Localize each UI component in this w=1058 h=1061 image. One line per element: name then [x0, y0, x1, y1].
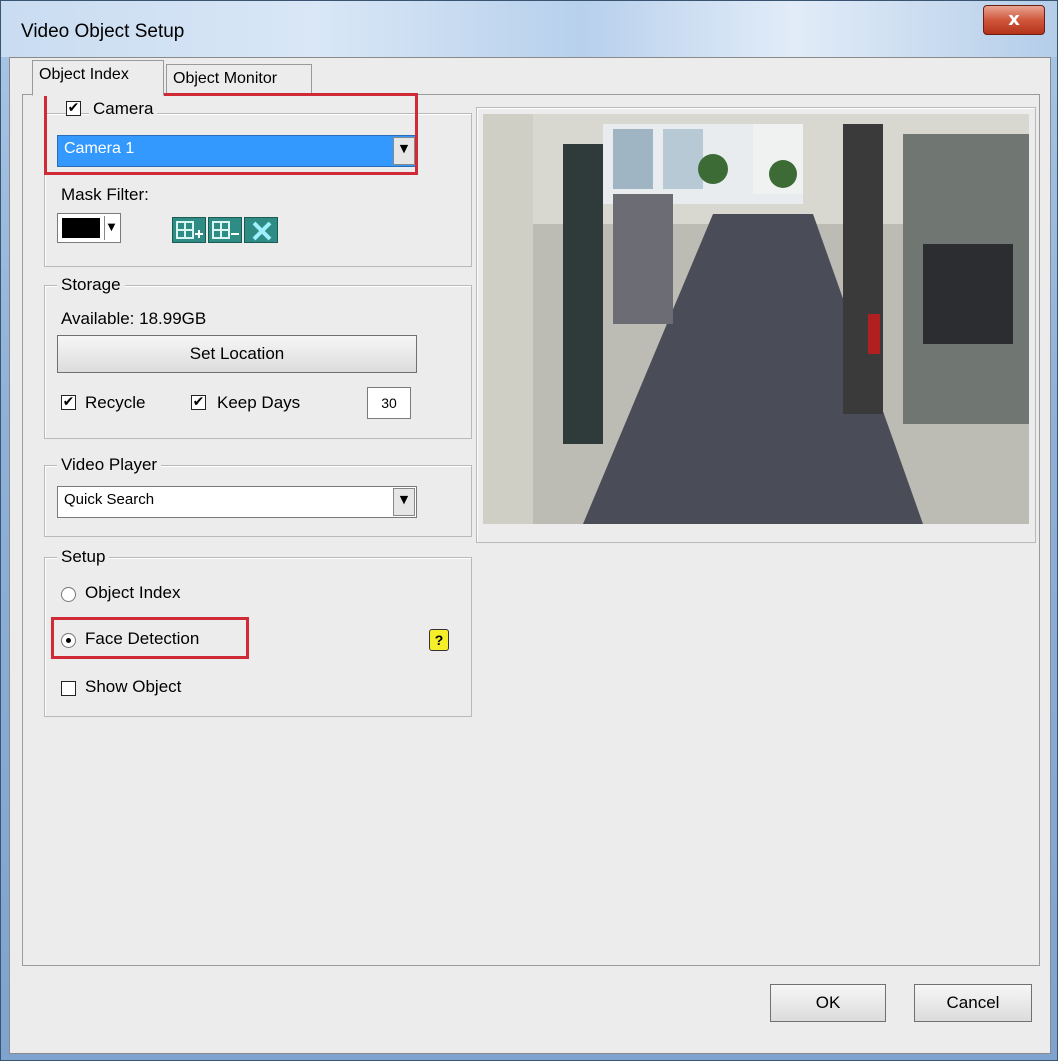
object-index-radio[interactable] [61, 587, 76, 602]
tab-label: Object Monitor [173, 70, 278, 87]
close-icon: x [1008, 9, 1020, 30]
ok-button[interactable]: OK [770, 984, 886, 1022]
set-location-button[interactable]: Set Location [57, 335, 417, 373]
recycle-checkbox[interactable]: ✔ [61, 395, 76, 410]
setup-label: Setup [57, 547, 110, 567]
chevron-down-icon[interactable]: ▼ [104, 216, 118, 240]
keep-days-input[interactable]: 30 [367, 387, 411, 419]
show-object-label: Show Object [85, 677, 182, 696]
grid-add-icon[interactable] [172, 217, 206, 243]
cancel-button[interactable]: Cancel [914, 984, 1032, 1022]
object-index-radio-label: Object Index [85, 583, 181, 602]
title-bar: Video Object Setup x [1, 1, 1057, 57]
recycle-label: Recycle [85, 393, 146, 412]
video-player-label: Video Player [57, 455, 162, 475]
keep-days-label: Keep Days [217, 393, 301, 412]
window-title: Video Object Setup [21, 21, 185, 42]
grid-remove-icon[interactable] [208, 217, 242, 243]
storage-available: Available: 18.99GB [61, 309, 207, 328]
help-icon[interactable]: ? [429, 629, 449, 651]
tab-object-monitor[interactable]: Object Monitor [166, 64, 312, 94]
tab-panel: ✔ Camera Camera 1 ▼ Mask Filter: ▼ Stora… [22, 93, 1040, 966]
camera-preview-image [483, 114, 1029, 524]
dialog-window: Video Object Setup x Object Index Object… [0, 0, 1058, 1061]
mask-color-picker[interactable]: ▼ [57, 213, 121, 243]
dialog-client-area: Object Index Object Monitor ✔ Camera Cam… [9, 57, 1051, 1054]
chevron-down-icon[interactable]: ▼ [393, 488, 415, 516]
camera-highlight [44, 93, 418, 175]
video-player-select[interactable]: Quick Search ▼ [57, 486, 417, 518]
close-button[interactable]: x [983, 5, 1045, 35]
clear-icon[interactable] [244, 217, 278, 243]
tab-label: Object Index [39, 66, 129, 83]
show-object-checkbox[interactable] [61, 681, 76, 696]
tab-object-index[interactable]: Object Index [32, 60, 164, 96]
mask-color-swatch [62, 218, 100, 238]
mask-filter-label: Mask Filter: [61, 185, 149, 204]
face-detection-highlight [51, 617, 249, 659]
keep-days-checkbox[interactable]: ✔ [191, 395, 206, 410]
video-player-select-value: Quick Search [64, 491, 155, 508]
storage-label: Storage [57, 275, 125, 295]
preview-frame [476, 107, 1036, 543]
